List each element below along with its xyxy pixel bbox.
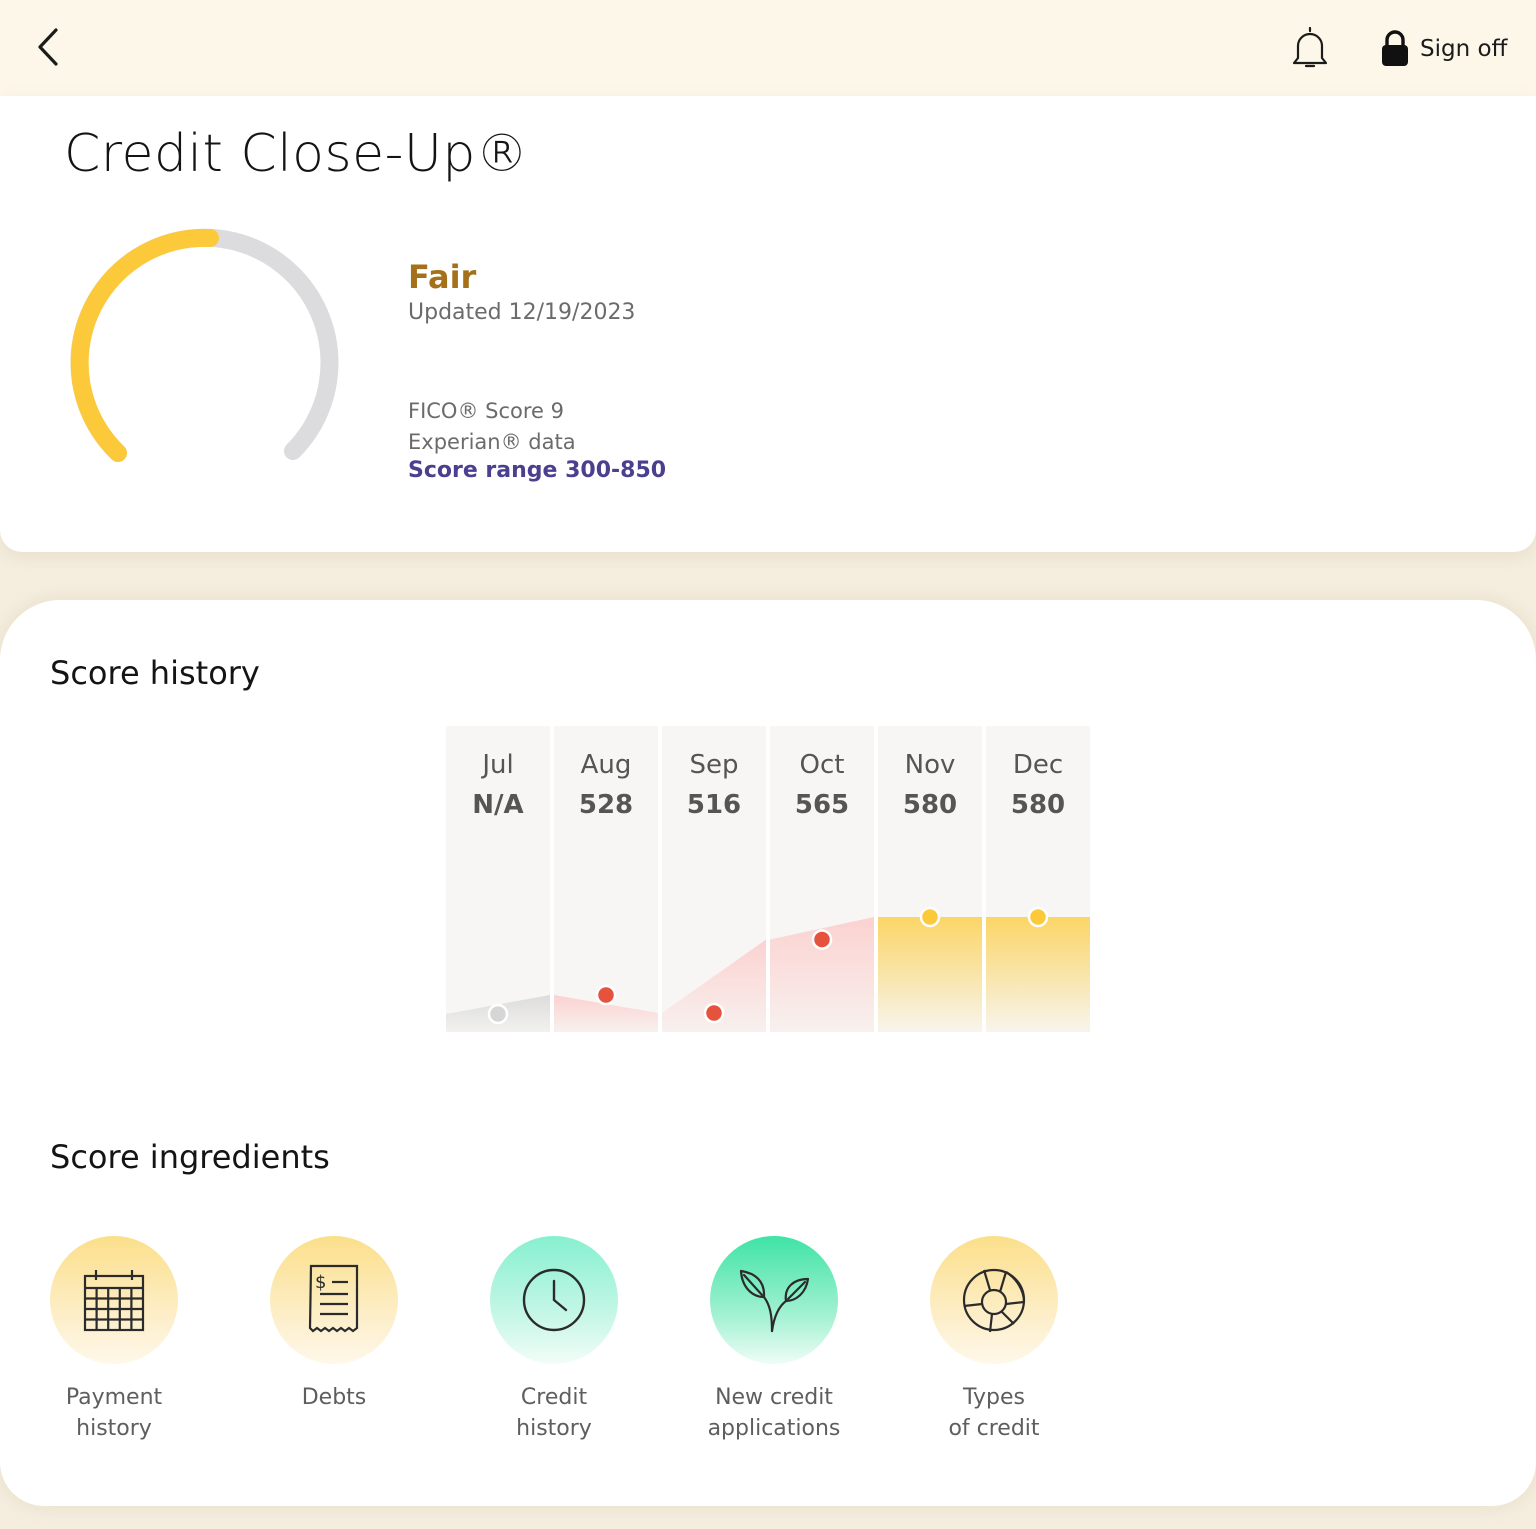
top-bar: Sign off (0, 0, 1536, 96)
back-button[interactable] (30, 24, 70, 70)
month-score: N/A (472, 790, 524, 820)
score-ingredients-list: Payment history $ Debts Credit history N… (0, 1236, 1536, 1466)
score-rating: Fair (408, 258, 477, 296)
svg-text:$: $ (315, 1272, 326, 1293)
sign-off-button[interactable]: Sign off (1380, 28, 1507, 70)
gauge-fill (70, 228, 219, 462)
month-label: Sep (689, 750, 739, 780)
sprout-icon (739, 1269, 810, 1333)
month-label: Dec (1012, 750, 1064, 780)
month-score: 516 (686, 790, 742, 820)
month-label: Aug (580, 750, 632, 780)
history-month-aug[interactable]: Aug 528 (554, 726, 658, 1032)
ingredient-new-credit-applications[interactable]: New credit applications (664, 1236, 884, 1444)
ingredient-payment-history[interactable]: Payment history (4, 1236, 224, 1444)
ingredient-types-of-credit[interactable]: Types of credit (884, 1236, 1104, 1444)
ingredient-label: Payment history (65, 1385, 163, 1441)
updated-date: Updated 12/19/2023 (408, 300, 636, 325)
history-month-dec[interactable]: Dec 580 (986, 726, 1090, 1032)
month-label: Nov (904, 750, 956, 780)
ingredient-label: Types of credit (948, 1385, 1040, 1441)
donut-chart-icon (962, 1268, 1026, 1333)
chevron-left-icon (38, 28, 58, 66)
calendar-icon (83, 1270, 145, 1332)
history-month-jul[interactable]: Jul N/A (446, 726, 550, 1032)
ingredient-label: New credit applications (707, 1385, 841, 1441)
score-model-name: FICO® Score 9 (408, 399, 564, 423)
receipt-icon: $ (308, 1264, 359, 1333)
month-score: 565 (794, 790, 850, 820)
history-month-sep[interactable]: Sep 516 (662, 726, 766, 1032)
sign-off-label: Sign off (1420, 36, 1508, 62)
ingredient-icon-circle (930, 1236, 1058, 1364)
clock-icon (522, 1268, 586, 1332)
page-title: Credit Close-Up® (64, 124, 529, 184)
score-range-link[interactable]: Score range 300-850 (408, 458, 666, 483)
ingredient-icon-circle (490, 1236, 618, 1364)
bell-icon (1292, 26, 1328, 68)
ingredient-icon-circle (710, 1236, 838, 1364)
ingredient-label: Debts (301, 1385, 367, 1410)
ingredient-icon-circle (50, 1236, 178, 1364)
score-model: FICO® Score 9 Experian® data (408, 396, 576, 458)
month-label: Jul (482, 750, 514, 780)
ingredient-debts[interactable]: $ Debts (224, 1236, 444, 1413)
history-month-nov[interactable]: Nov 580 (878, 726, 982, 1032)
lock-icon (1382, 30, 1408, 66)
history-month-oct[interactable]: Oct 565 (770, 726, 874, 1032)
score-history-chart: Jul N/A Aug 528 Sep 516 Oct 565 Nov 580 … (446, 726, 1090, 1032)
ingredient-icon-circle: $ (270, 1236, 398, 1364)
month-label: Oct (799, 750, 845, 780)
score-history-title: Score history (50, 654, 260, 692)
month-score: 580 (902, 790, 958, 820)
ingredient-label: Credit history (516, 1385, 592, 1441)
score-ingredients-title: Score ingredients (50, 1138, 330, 1176)
score-data-source: Experian® data (408, 430, 576, 454)
month-score: 580 (1010, 790, 1066, 820)
month-score: 528 (578, 790, 634, 820)
ingredient-credit-history[interactable]: Credit history (444, 1236, 664, 1444)
score-gauge (70, 228, 339, 462)
notifications-button[interactable] (1286, 24, 1334, 72)
